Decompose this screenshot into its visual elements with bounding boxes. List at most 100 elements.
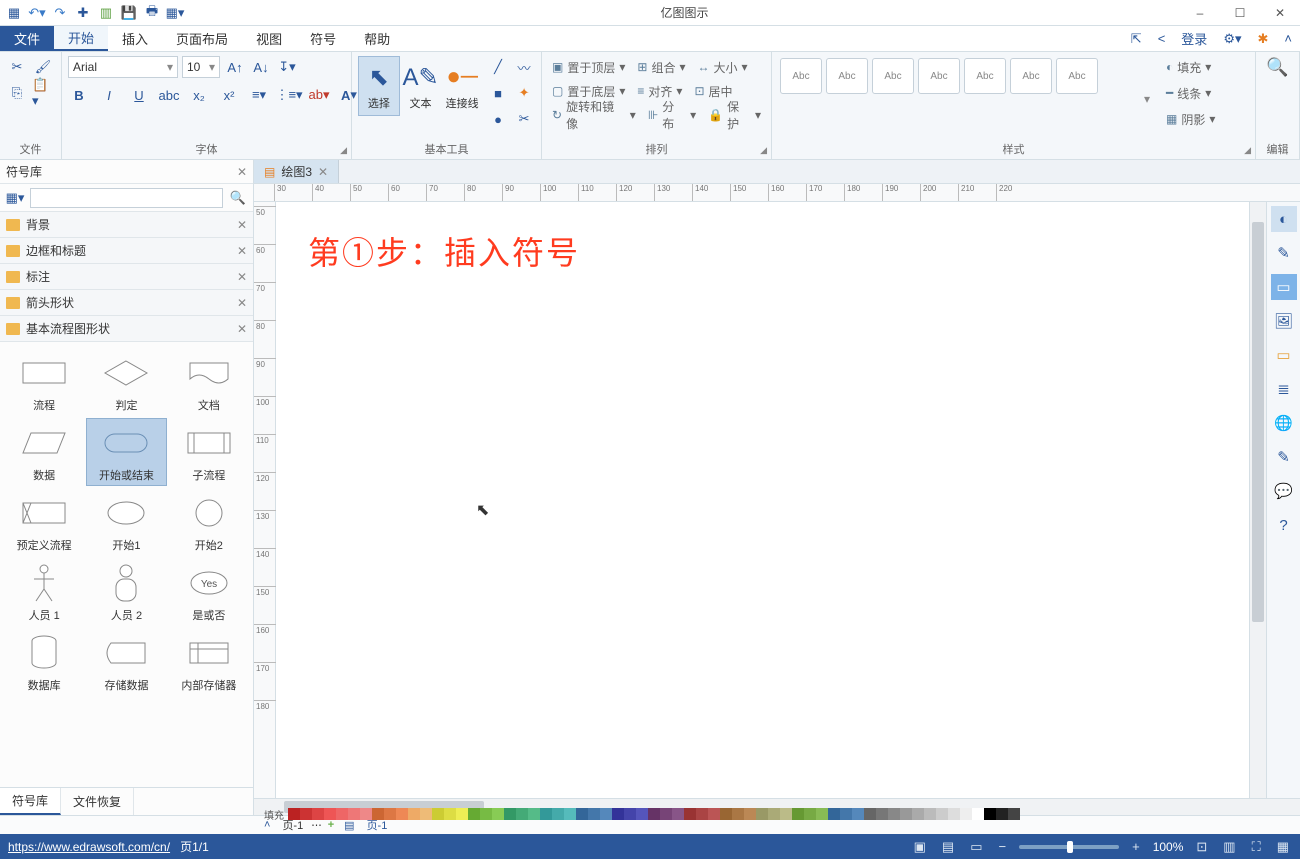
shape-item[interactable]: 子流程 [169, 418, 249, 486]
color-swatch[interactable] [516, 808, 528, 820]
color-swatch[interactable] [792, 808, 804, 820]
color-swatch[interactable] [672, 808, 684, 820]
list-icon[interactable]: ⋮≡▾ [278, 84, 300, 106]
star-tool-icon[interactable]: ✦ [513, 82, 535, 104]
tab-insert[interactable]: 插入 [108, 26, 162, 51]
color-swatch[interactable] [624, 808, 636, 820]
format-painter-icon[interactable]: 🖌 [32, 56, 54, 78]
group-button[interactable]: ⊞组合▾ [633, 56, 689, 78]
color-swatch[interactable] [312, 808, 324, 820]
line-tool-icon[interactable]: ╱ [487, 56, 509, 78]
tab-shapes[interactable]: 符号库 [0, 788, 61, 815]
page-more[interactable]: ⋅⋅⋅ [311, 819, 322, 832]
color-swatch[interactable] [972, 808, 984, 820]
color-swatch[interactable] [420, 808, 432, 820]
sidebar-edit-icon[interactable]: ✎ [1271, 444, 1297, 470]
fill-button[interactable]: ◐填充▾ [1162, 56, 1219, 78]
color-swatch[interactable] [876, 808, 888, 820]
color-swatch[interactable] [300, 808, 312, 820]
color-swatch[interactable] [576, 808, 588, 820]
color-swatch[interactable] [612, 808, 624, 820]
fit-page-icon[interactable]: ⊡ [1193, 839, 1210, 855]
color-swatch[interactable] [768, 808, 780, 820]
shapes-palette-icon[interactable]: ▦▾ [4, 187, 26, 209]
color-swatch[interactable] [528, 808, 540, 820]
shapes-category[interactable]: 基本流程图形状✕ [0, 316, 253, 342]
print-icon[interactable]: 🖶 [142, 3, 162, 23]
export-icon[interactable]: ▦▾ [165, 3, 185, 23]
shapes-category[interactable]: 背景✕ [0, 212, 253, 238]
login-link[interactable]: 登录 [1173, 26, 1215, 51]
view3-icon[interactable]: ▭ [967, 839, 985, 855]
shape-item[interactable]: 开始2 [169, 488, 249, 556]
color-swatch[interactable] [900, 808, 912, 820]
shapes-category[interactable]: 边框和标题✕ [0, 238, 253, 264]
fit-width-icon[interactable]: ▥ [1220, 839, 1238, 855]
shapes-search-icon[interactable]: 🔍 [227, 187, 249, 209]
save-icon[interactable]: 💾 [119, 3, 139, 23]
color-swatch[interactable] [1008, 808, 1020, 820]
color-swatch[interactable] [732, 808, 744, 820]
shape-item[interactable]: 存储数据 [86, 628, 166, 696]
color-swatch[interactable] [828, 808, 840, 820]
cut-icon[interactable]: ✂ [6, 56, 28, 78]
view2-icon[interactable]: ▤ [939, 839, 957, 855]
protect-button[interactable]: 🔒保护▾ [704, 104, 765, 126]
color-swatch[interactable] [804, 808, 816, 820]
shape-item[interactable]: 预定义流程 [4, 488, 84, 556]
shape-item[interactable]: 内部存储器 [169, 628, 249, 696]
curve-tool-icon[interactable]: 〰 [513, 56, 535, 78]
sidebar-world-icon[interactable]: 🌐 [1271, 410, 1297, 436]
close-button[interactable]: ✕ [1260, 0, 1300, 26]
color-swatch[interactable] [996, 808, 1008, 820]
shape-item[interactable]: 开始1 [86, 488, 166, 556]
color-swatch[interactable] [864, 808, 876, 820]
text-direction-icon[interactable]: ↧▾ [276, 56, 298, 78]
shapes-search-input[interactable] [30, 188, 223, 208]
shapes-category[interactable]: 箭头形状✕ [0, 290, 253, 316]
color-swatch[interactable] [396, 808, 408, 820]
strikethrough-icon[interactable]: abc [158, 84, 180, 106]
shape-item[interactable]: 数据 [4, 418, 84, 486]
color-swatch[interactable] [756, 808, 768, 820]
highlight-icon[interactable]: ab▾ [308, 84, 330, 106]
tab-symbols[interactable]: 符号 [296, 26, 350, 51]
font-name-select[interactable]: Arial▾ [68, 56, 178, 78]
subscript-icon[interactable]: x₂ [188, 84, 210, 106]
tab-view[interactable]: 视图 [242, 26, 296, 51]
line-spacing-icon[interactable]: ≡▾ [248, 84, 270, 106]
zoom-out-icon[interactable]: − [996, 839, 1010, 854]
color-swatch[interactable] [408, 808, 420, 820]
style-preset[interactable]: Abc [780, 58, 822, 94]
canvas[interactable]: 第①步：插入符号 ⬉ [276, 202, 1249, 798]
color-swatch[interactable] [984, 808, 996, 820]
shape-item[interactable]: 开始或结束 [86, 418, 166, 486]
sidebar-pen-icon[interactable]: ✎ [1271, 240, 1297, 266]
fullscreen-icon[interactable]: ⛶ [1249, 839, 1264, 855]
underline-icon[interactable]: U [128, 84, 150, 106]
minimize-button[interactable]: – [1180, 0, 1220, 26]
rotate-button[interactable]: ↻旋转和镜像▾ [548, 104, 640, 126]
color-swatch[interactable] [540, 808, 552, 820]
color-swatch[interactable] [600, 808, 612, 820]
italic-icon[interactable]: I [98, 84, 120, 106]
shape-item[interactable]: 人员 2 [86, 558, 166, 626]
color-swatch[interactable] [708, 808, 720, 820]
color-swatch[interactable] [888, 808, 900, 820]
color-swatch[interactable] [720, 808, 732, 820]
color-swatch[interactable] [924, 808, 936, 820]
zoom-slider[interactable] [1019, 845, 1119, 849]
color-swatch[interactable] [936, 808, 948, 820]
tab-recover[interactable]: 文件恢复 [61, 788, 134, 815]
font-dialog-launcher[interactable]: ◢ [340, 145, 347, 156]
shape-item[interactable]: 判定 [86, 348, 166, 416]
document-tab[interactable]: ▤ 绘图3 ✕ [254, 160, 339, 183]
tab-pagelayout[interactable]: 页面布局 [162, 26, 242, 51]
shape-item[interactable]: 数据库 [4, 628, 84, 696]
undo-icon[interactable]: ↶▾ [27, 3, 47, 23]
status-url[interactable]: https://www.edrawsoft.com/cn/ [8, 840, 170, 854]
color-swatch[interactable] [588, 808, 600, 820]
link-icon[interactable]: < [1150, 26, 1174, 51]
zoom-in-icon[interactable]: + [1129, 839, 1143, 854]
font-size-select[interactable]: 10▾ [182, 56, 220, 78]
